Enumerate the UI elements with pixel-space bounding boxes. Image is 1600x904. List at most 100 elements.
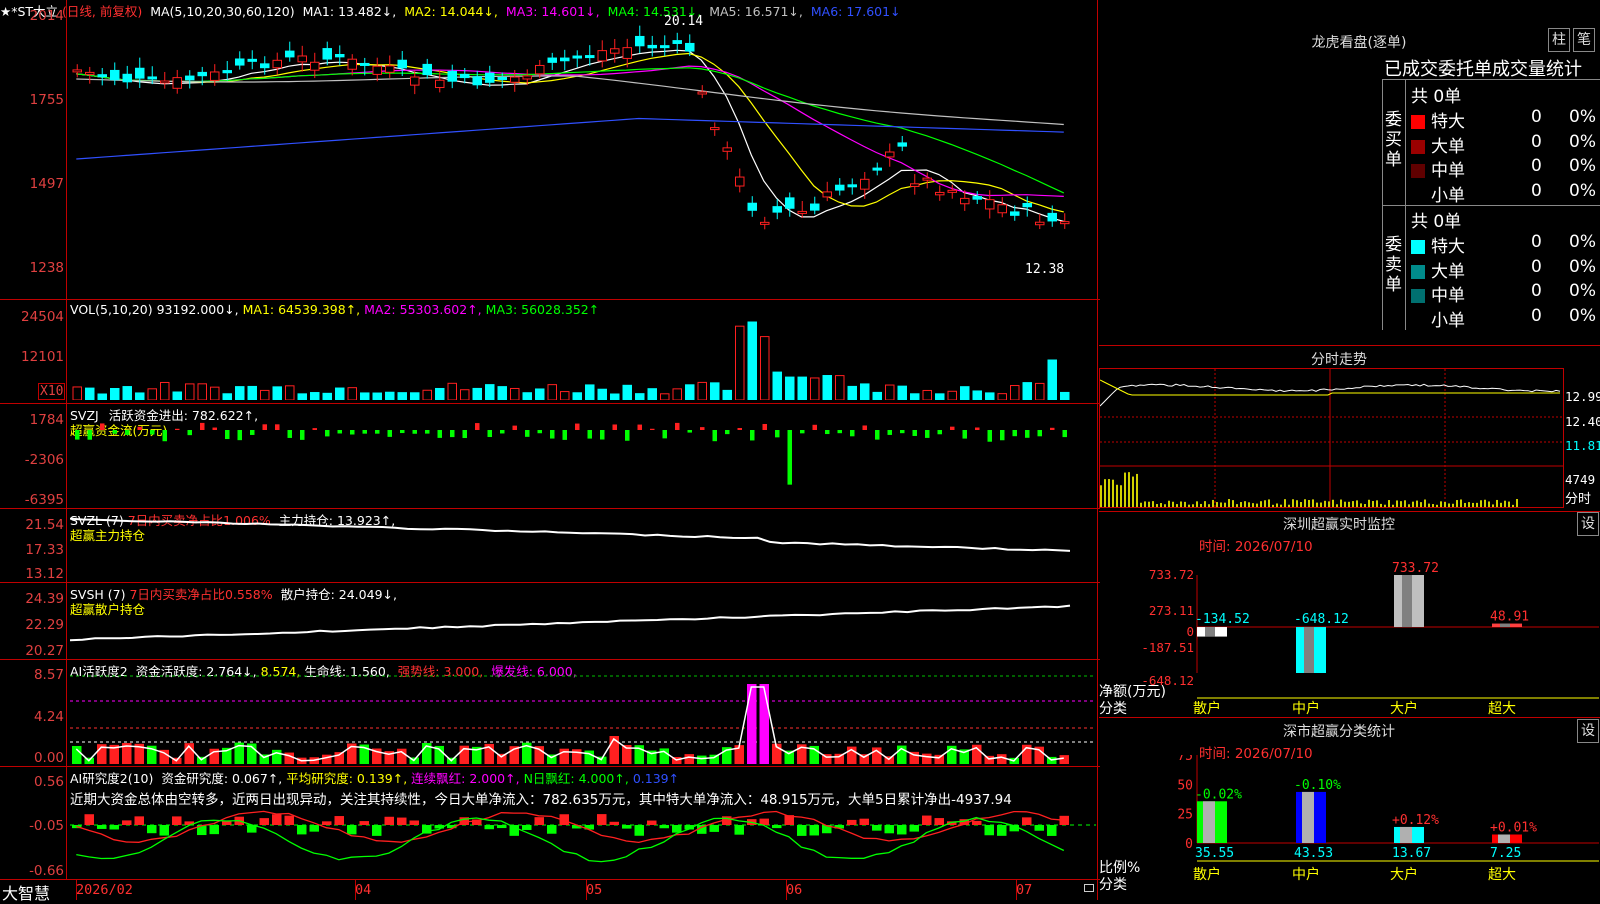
research-bar [984, 825, 994, 836]
flow-bar [637, 424, 642, 430]
volume-bar [397, 392, 407, 400]
volume-bar [110, 387, 120, 400]
volume-bar [422, 389, 432, 400]
activity-bar [747, 684, 757, 764]
volume-bar [772, 371, 782, 400]
sell-percent: 0% [1569, 281, 1596, 301]
activity-bar [697, 755, 707, 764]
tick-mode-button[interactable]: 笔 [1573, 28, 1595, 52]
fenshi-title: 分时走势 [1311, 352, 1367, 368]
sell-row: 特大 0 0% [1411, 232, 1600, 257]
candlestick-chart[interactable] [70, 20, 1096, 295]
volume-bar [997, 393, 1007, 400]
svsh-axis-2: 20.27 [25, 643, 64, 659]
candle [1060, 221, 1070, 225]
candle [310, 61, 320, 71]
candle [347, 58, 357, 70]
flow-bar [362, 430, 367, 434]
research-bar [284, 815, 294, 825]
volume-bar [635, 393, 645, 400]
classify-bar-shade [1498, 834, 1510, 843]
candle [635, 35, 645, 47]
monitor-title: 深圳超赢实时监控 [1283, 517, 1395, 533]
research-bar [297, 825, 307, 835]
fenshi-axis-3: 4749 [1565, 472, 1596, 487]
x-tick-4 [1016, 880, 1017, 900]
candle [610, 48, 620, 54]
candle [647, 44, 657, 49]
candle [560, 57, 570, 62]
intraday-volume-bar [1440, 501, 1442, 507]
volume-bar [347, 387, 357, 400]
ma2-value: MA2: 14.044↓, [404, 4, 498, 19]
volume-bar [497, 386, 507, 400]
volume-bar [747, 321, 757, 400]
classify-category-label: 散户 [1193, 866, 1221, 883]
activity-bar [684, 754, 694, 764]
x-tick-0 [76, 880, 77, 900]
volume-bar [847, 385, 857, 400]
sell-name: 中单 [1431, 286, 1465, 306]
research-bar [872, 825, 882, 831]
x-tick-2 [586, 880, 587, 900]
intraday-volume-bar [1112, 479, 1114, 507]
fenshi-area[interactable] [1099, 368, 1564, 508]
candle [285, 50, 295, 58]
candle [122, 73, 132, 83]
flow-bar [525, 430, 530, 437]
lock-icon[interactable] [1084, 884, 1094, 892]
main-chart-area[interactable]: ★*ST大立 (日线, 前复权) MA(5,10,20,30,60,120) M… [0, 0, 1100, 903]
buy-color-swatch [1411, 139, 1425, 154]
research-bar [172, 816, 182, 825]
intraday-volume-bar [1320, 502, 1322, 507]
flow-bar [700, 427, 705, 430]
volume-bar [785, 376, 795, 400]
intraday-volume-bar [1400, 501, 1402, 507]
candle [435, 79, 445, 89]
research-bar [159, 825, 169, 836]
intraday-volume-bar [1488, 501, 1490, 507]
monitor-bar-shade [1205, 627, 1215, 637]
monitor-settings-button[interactable]: 设 [1577, 512, 1599, 536]
candle [110, 69, 120, 81]
volume-bar [447, 382, 457, 400]
volume-bar [597, 388, 607, 400]
x-label-2: 05 [586, 882, 603, 898]
flow-bar [287, 430, 292, 438]
right-panel: 龙虎看盘(逐单) 柱 笔 已成交委托单成交量统计 委买单 委卖单 共 0单 共 … [1099, 0, 1600, 900]
classify-settings-button[interactable]: 设 [1577, 719, 1599, 743]
candle [835, 184, 845, 191]
classify-axis-label: 75 [1177, 755, 1193, 764]
sell-color-swatch [1411, 289, 1425, 303]
ma-label: MA(5,10,20,30,60,120) [150, 4, 295, 19]
flow-bar [1025, 430, 1030, 438]
candle [1047, 212, 1057, 222]
intraday-volume-bar [1244, 501, 1246, 507]
volume-bar [285, 385, 295, 400]
ma-line-6 [76, 117, 1064, 160]
bar-mode-button[interactable]: 柱 [1548, 28, 1570, 52]
activity-bar [759, 684, 769, 764]
ai2-axis-1: -0.05 [29, 818, 64, 834]
candle [910, 183, 920, 187]
flow-bar [450, 430, 455, 438]
sell-value: 0 [1531, 232, 1542, 252]
flow-bar [537, 430, 542, 434]
classify-value-label: 35.55 [1195, 846, 1234, 861]
intraday-volume-bar [1460, 499, 1462, 507]
ai2-header: AI研究度2(10) 资金研究度: 0.067↑, 平均研究度: 0.139↑,… [70, 768, 679, 787]
volume-bar [485, 384, 495, 400]
flow-bar [925, 430, 930, 438]
intraday-volume-bar [1372, 501, 1374, 507]
flow-bar [712, 430, 717, 442]
candle [572, 55, 582, 59]
intraday-volume-bar [1392, 504, 1394, 507]
candle [585, 55, 595, 59]
flow-bar [425, 430, 430, 434]
flow-bar [350, 430, 355, 435]
fenshi-vol-label: 分时 [1565, 492, 1592, 507]
flow-bar [175, 428, 180, 430]
candle [785, 197, 795, 209]
volume-bar [322, 392, 332, 400]
candle [422, 63, 432, 76]
